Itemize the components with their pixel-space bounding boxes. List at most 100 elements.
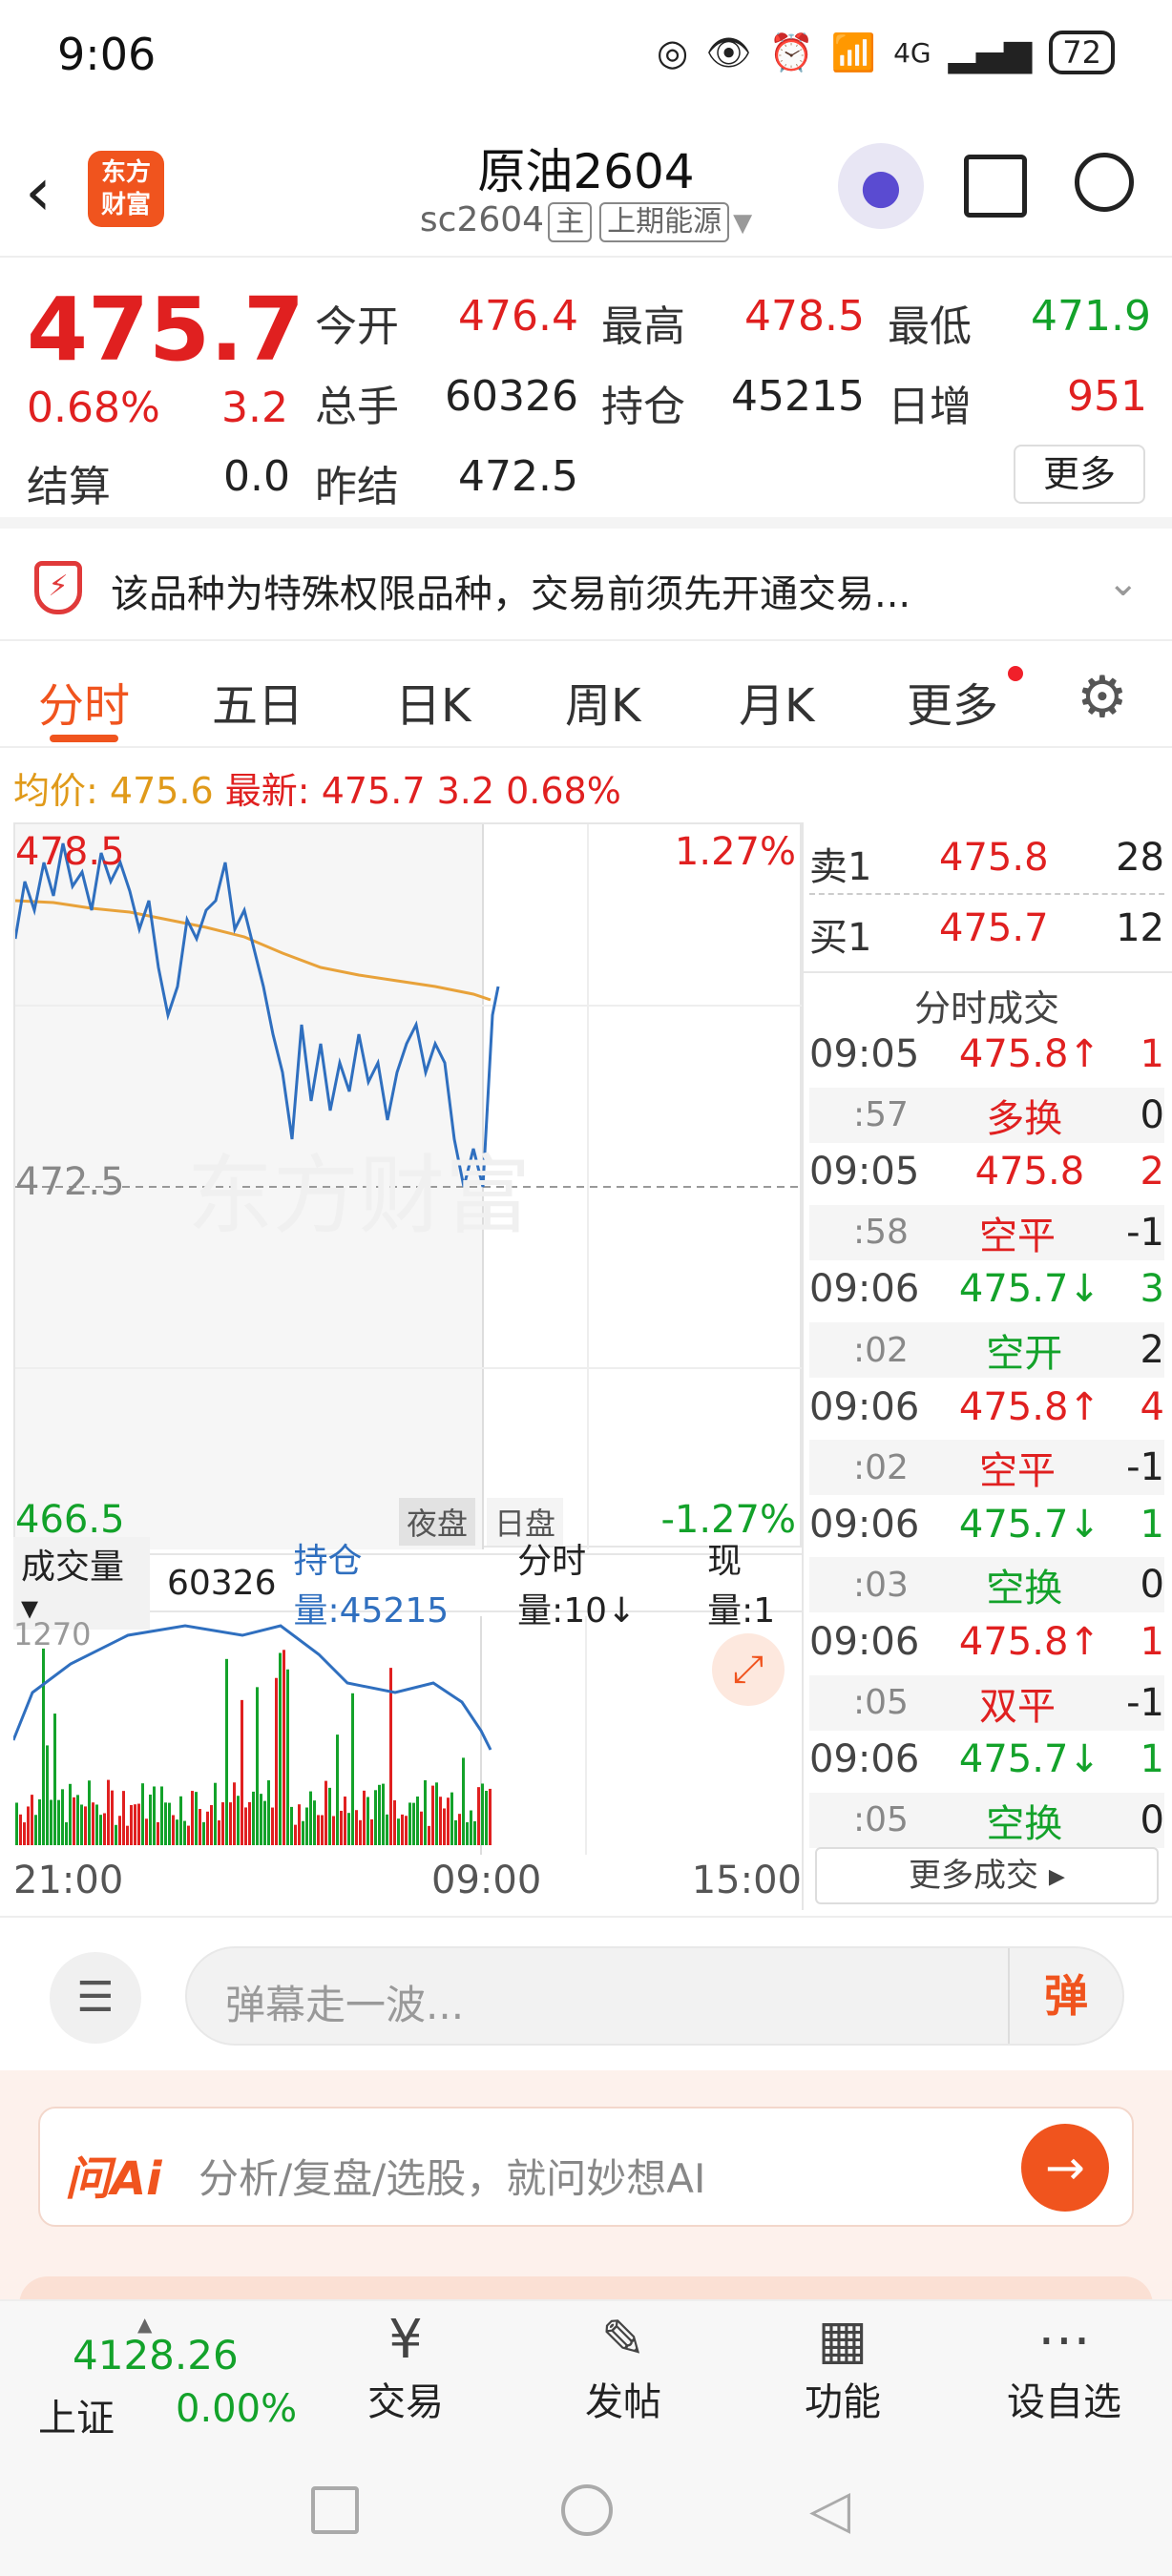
volume-bar: [450, 1792, 453, 1845]
danmu-button[interactable]: 弹: [1008, 1948, 1122, 2044]
volume-bar: [153, 1786, 156, 1845]
volume-bar: [309, 1791, 312, 1845]
tick-detail-row: :02 空开 2: [809, 1322, 1164, 1378]
alarm-icon: ⏰: [768, 31, 814, 73]
volume-bar: [31, 1795, 33, 1845]
recent-apps-icon[interactable]: [311, 2486, 359, 2534]
share-icon[interactable]: [964, 155, 1027, 218]
tab-yuek[interactable]: 月K: [739, 668, 814, 735]
ai-send-arrow-icon[interactable]: →: [1021, 2124, 1109, 2212]
grid-icon: ▦: [817, 2309, 869, 2371]
tick-row: 09:05 475.8↑ 1: [809, 1032, 1164, 1076]
tick-delta: -1: [1126, 1210, 1164, 1255]
search-icon[interactable]: [1075, 153, 1134, 212]
more-dots-icon: ⋯: [1037, 2309, 1091, 2371]
tick-type: 空开: [986, 1332, 1063, 1376]
more-ticks-label: 更多成交: [909, 1857, 1039, 1895]
volume-dropdown[interactable]: 成交量 ▾: [13, 1536, 150, 1630]
ai-input[interactable]: 问Ai 分析/复盘/选股，就问妙想AI →: [38, 2107, 1134, 2227]
volume-bar: [137, 1803, 140, 1845]
tick-qty: 3: [1140, 1267, 1164, 1312]
tick-time: 09:05: [809, 1032, 920, 1076]
robot-avatar-icon[interactable]: ●: [838, 143, 924, 229]
nav-trade[interactable]: ¥ 交易: [353, 2309, 458, 2426]
nav-functions[interactable]: ▦ 功能: [790, 2309, 895, 2426]
volume-bar: [401, 1814, 404, 1845]
tick-time: 09:06: [809, 1502, 920, 1547]
avg-value: 475.6: [109, 770, 214, 812]
tick-detail-row: :03 空换 0: [809, 1557, 1164, 1613]
volume-bar: [485, 1791, 488, 1845]
back-nav-icon[interactable]: ◁: [809, 2479, 850, 2541]
chart-watermark: 东方财富: [187, 1149, 531, 1244]
tick-row: 09:06 475.7↓ 3: [809, 1267, 1164, 1311]
nav-post[interactable]: ✎ 发帖: [571, 2309, 676, 2426]
volume-bar: [65, 1822, 68, 1845]
open-value: 476.4: [458, 292, 578, 341]
tick-type: 空平: [979, 1449, 1057, 1494]
volume-bar: [23, 1822, 26, 1845]
volume-bar: [107, 1779, 110, 1845]
prev-settle-label: 昨结: [315, 463, 399, 511]
tick-delta: -1: [1126, 1445, 1164, 1490]
tick-sec: :02: [853, 1447, 909, 1487]
nav-watchlist-label: 设自选: [1007, 2380, 1121, 2424]
x-mid: 09:00: [431, 1859, 542, 1902]
nav-trade-label: 交易: [367, 2380, 444, 2424]
volume-bar: [355, 1810, 358, 1845]
tick-type: 多换: [986, 1096, 1063, 1141]
volume-bar: [271, 1807, 274, 1845]
sell1-price: 475.8: [939, 836, 1049, 880]
volume-bar: [420, 1811, 423, 1845]
volume-bar: [199, 1809, 201, 1845]
expand-icon[interactable]: ⤢: [712, 1633, 785, 1706]
tab-fenshi[interactable]: 分时: [38, 668, 130, 735]
tick-price: 475.8↑: [958, 1620, 1100, 1664]
tick-delta: -1: [1126, 1680, 1164, 1725]
comment-settings-icon[interactable]: ☰: [50, 1952, 141, 2044]
volume-svg: [13, 1616, 587, 1855]
intraday-chart[interactable]: 东方财富 478.5 1.27% 472.5 466.5 -1.27% 夜盘 日…: [13, 822, 804, 1549]
volume-bar: [344, 1797, 346, 1845]
volume-bar: [305, 1807, 308, 1845]
home-icon[interactable]: [561, 2484, 613, 2536]
avg-summary: 均价: 475.6 最新: 475.7 3.2 0.68%: [13, 761, 621, 814]
volume-bar: [42, 1648, 45, 1845]
edit-icon: ✎: [600, 2309, 646, 2371]
volume-bar: [298, 1804, 301, 1845]
oi-label: 持仓: [601, 383, 685, 431]
tick-time: 09:06: [809, 1267, 920, 1312]
tab-more-dot: [1008, 666, 1023, 681]
volume-bar: [248, 1801, 251, 1845]
more-button[interactable]: 更多: [1014, 445, 1145, 504]
ai-logo: 问Ai: [65, 2152, 162, 2206]
tick-row: 09:06 475.8↑ 4: [809, 1385, 1164, 1429]
settings-gear-icon[interactable]: ⚙: [1077, 664, 1128, 731]
index-value: 4128.26: [73, 2332, 239, 2379]
sell1-row: 卖1 475.8 28: [809, 836, 1164, 891]
volume-bar: [336, 1735, 339, 1845]
volume-bar: [214, 1782, 217, 1845]
exchange-tag: 上期能源: [599, 202, 730, 242]
chevron-down-icon[interactable]: ⌄: [1107, 561, 1140, 605]
chevron-right-icon: ▸: [1048, 1857, 1065, 1895]
tab-more[interactable]: 更多: [907, 668, 998, 735]
daily-inc-value: 951: [1067, 372, 1147, 421]
volume-chart[interactable]: 1270 ⤢: [13, 1616, 802, 1855]
index-widget[interactable]: ▲ 4128.26 上证 0.00%: [32, 2313, 300, 2442]
tick-qty: 1: [1140, 1032, 1164, 1076]
volume-bar: [73, 1797, 75, 1845]
volume-bar: [256, 1687, 259, 1845]
buy1-price: 475.7: [939, 906, 1049, 950]
tab-zhouk[interactable]: 周K: [565, 668, 640, 735]
tick-type: 双平: [979, 1684, 1057, 1729]
danmu-input[interactable]: 弹幕走一波... 弹: [185, 1946, 1124, 2046]
tick-row: 09:06 475.8↑ 1: [809, 1620, 1164, 1664]
volume-bar: [408, 1802, 411, 1845]
tab-rik[interactable]: 日K: [395, 668, 471, 735]
nav-add-watchlist[interactable]: ⋯ 设自选: [993, 2309, 1136, 2426]
tab-wuri[interactable]: 五日: [212, 668, 303, 735]
more-ticks-button[interactable]: 更多成交 ▸: [815, 1847, 1159, 1904]
volume-bar: [103, 1813, 106, 1845]
volume-bar: [38, 1798, 41, 1845]
